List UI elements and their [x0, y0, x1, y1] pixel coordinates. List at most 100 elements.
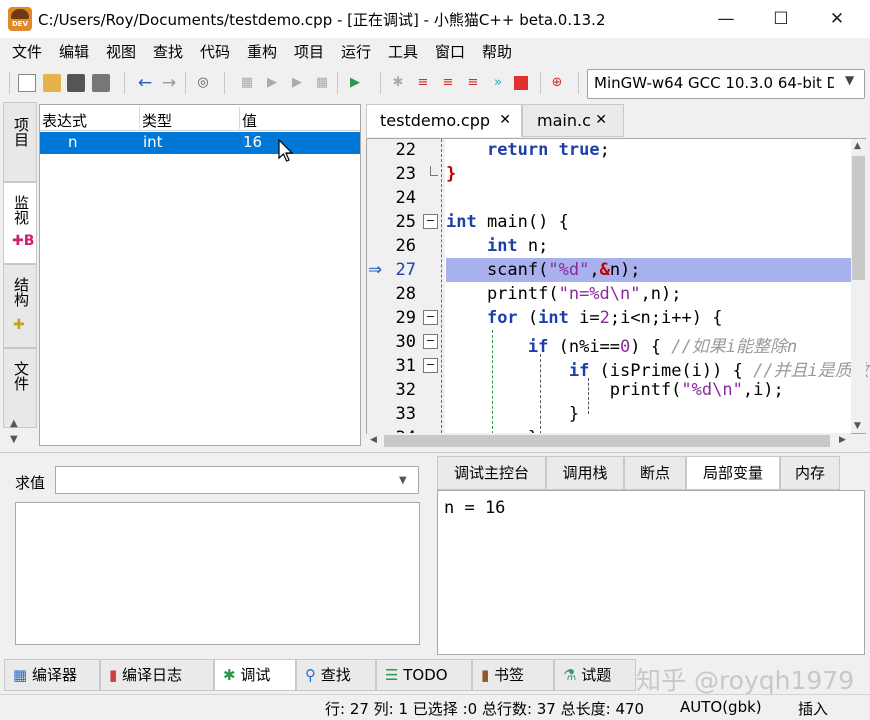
- tab-bookmarks[interactable]: ▮ 书签: [472, 659, 554, 691]
- tab-watch[interactable]: 监视 ✚B: [3, 182, 37, 264]
- code-line[interactable]: if (isPrime(i)) { //并且i是质数: [446, 356, 869, 381]
- fold-toggle-icon[interactable]: −: [423, 310, 438, 325]
- status-position: 行: 27 列: 1 已选择 :0 总行数: 37 总长度: 470: [325, 700, 645, 718]
- panel-divider: [0, 452, 870, 453]
- save-all-icon[interactable]: [92, 74, 110, 92]
- menu-edit[interactable]: 编辑: [59, 41, 89, 62]
- watch-col-value[interactable]: 值: [242, 110, 257, 131]
- code-line[interactable]: }: [446, 164, 456, 184]
- code-line[interactable]: }: [446, 404, 579, 424]
- tab-debug-console[interactable]: 调试主控台: [437, 456, 546, 490]
- debug-icon[interactable]: ✱: [389, 74, 407, 92]
- tab-todo[interactable]: ☰ TODO: [376, 659, 472, 691]
- code-line[interactable]: int main() {: [446, 212, 569, 232]
- tab-call-stack[interactable]: 调用栈: [546, 456, 624, 490]
- scroll-up-icon[interactable]: ▲: [10, 418, 18, 429]
- menu-view[interactable]: 视图: [106, 41, 136, 62]
- stop-icon[interactable]: [514, 76, 528, 90]
- toolbar-separator: [224, 72, 225, 94]
- menu-tools[interactable]: 工具: [388, 41, 418, 62]
- close-tab-icon[interactable]: ✕: [595, 105, 607, 136]
- scroll-left-icon[interactable]: ◀: [370, 435, 377, 445]
- tab-structure[interactable]: 结构 ✚: [3, 264, 37, 348]
- save-icon[interactable]: [67, 74, 85, 92]
- menu-window[interactable]: 窗口: [435, 41, 465, 62]
- tab-breakpoints[interactable]: 断点: [624, 456, 686, 490]
- table-row[interactable]: [40, 132, 360, 154]
- add-watch-icon[interactable]: ⊕: [548, 74, 566, 92]
- close-window-button[interactable]: ✕: [808, 0, 866, 38]
- menu-project[interactable]: 项目: [294, 41, 324, 62]
- menu-code[interactable]: 代码: [200, 41, 230, 62]
- scrollbar-thumb[interactable]: [852, 156, 865, 280]
- chevron-down-icon[interactable]: ▼: [399, 475, 407, 486]
- code-line[interactable]: return true;: [446, 140, 610, 160]
- scroll-right-icon[interactable]: ▶: [839, 435, 846, 445]
- compile-run-icon[interactable]: ▶: [288, 74, 306, 92]
- fold-toggle-icon[interactable]: −: [423, 214, 438, 229]
- fold-toggle-icon[interactable]: −: [423, 334, 438, 349]
- code-line[interactable]: for (int i=2;i<n;i++) {: [446, 308, 722, 328]
- code-line[interactable]: int n;: [446, 236, 548, 256]
- tab-testdemo-cpp[interactable]: testdemo.cpp ✕: [366, 104, 522, 137]
- watch-type: int: [143, 133, 163, 151]
- fold-toggle-icon[interactable]: −: [423, 358, 438, 373]
- open-folder-icon[interactable]: [43, 74, 61, 92]
- find-in-files-icon[interactable]: ◎: [194, 74, 212, 92]
- maximize-button[interactable]: ☐: [752, 0, 810, 38]
- step-into-icon[interactable]: ≡: [439, 74, 457, 92]
- menu-search[interactable]: 查找: [153, 41, 183, 62]
- tab-project[interactable]: 项目: [3, 102, 37, 182]
- back-arrow-icon[interactable]: ←: [136, 74, 154, 92]
- line-number: 26: [395, 236, 416, 256]
- app-logo-icon: DEV: [8, 7, 32, 31]
- line-number: 24: [395, 188, 416, 208]
- code-line[interactable]: if (n%i==0) { //如果i能整除n: [446, 332, 797, 357]
- code-line[interactable]: scanf("%d",&n);: [446, 260, 641, 280]
- line-number: 22: [395, 140, 416, 160]
- code-line[interactable]: printf("%d\n",i);: [446, 380, 784, 400]
- debug-run-icon[interactable]: ▶: [346, 74, 364, 92]
- code-line[interactable]: printf("n=%d\n",n);: [446, 284, 682, 304]
- mouse-cursor-icon: [278, 139, 294, 162]
- indent-guide: [492, 330, 493, 434]
- menu-file[interactable]: 文件: [12, 41, 42, 62]
- watermark: 知乎 @royqh1979: [636, 666, 855, 695]
- scroll-up-icon[interactable]: ▲: [854, 141, 861, 151]
- watch-col-expression[interactable]: 表达式: [42, 110, 87, 131]
- step-out-icon[interactable]: ≡: [464, 74, 482, 92]
- chevron-down-icon: ▼: [845, 73, 855, 87]
- tab-memory[interactable]: 内存: [780, 456, 840, 490]
- toolbar-separator: [185, 72, 186, 94]
- step-over-icon[interactable]: ≡: [414, 74, 432, 92]
- tab-files[interactable]: 文件: [3, 348, 37, 428]
- scrollbar-thumb[interactable]: [384, 435, 830, 447]
- close-tab-icon[interactable]: ✕: [499, 105, 511, 136]
- compile-icon[interactable]: ▦: [238, 74, 256, 92]
- tab-local-variables[interactable]: 局部变量: [686, 456, 780, 490]
- scroll-down-icon[interactable]: ▼: [854, 421, 861, 431]
- forward-arrow-icon[interactable]: →: [160, 74, 178, 92]
- watch-header: [40, 105, 360, 131]
- tab-debug[interactable]: ✱ 调试: [214, 659, 296, 691]
- watch-panel[interactable]: [39, 104, 361, 446]
- toolbar-separator: [540, 72, 541, 94]
- eval-input[interactable]: [55, 466, 419, 494]
- menu-run[interactable]: 运行: [341, 41, 371, 62]
- scroll-down-icon[interactable]: ▼: [10, 434, 18, 445]
- tab-find[interactable]: ⚲ 查找: [296, 659, 376, 691]
- toolbar-separator: [9, 72, 10, 94]
- tab-compiler[interactable]: ▦ 编译器: [4, 659, 100, 691]
- run-icon[interactable]: ▶: [263, 74, 281, 92]
- menu-help[interactable]: 帮助: [482, 41, 512, 62]
- watch-col-type[interactable]: 类型: [142, 110, 172, 131]
- minimize-button[interactable]: —: [697, 0, 755, 38]
- search-icon: ⚲: [305, 666, 316, 684]
- tab-main-c[interactable]: main.c ✕: [522, 104, 624, 137]
- new-file-icon[interactable]: [18, 74, 36, 92]
- rebuild-icon[interactable]: ▦: [313, 74, 331, 92]
- menu-refactor[interactable]: 重构: [247, 41, 277, 62]
- tab-compile-log[interactable]: ▮ 编译日志: [100, 659, 214, 691]
- tab-problems[interactable]: ⚗ 试题: [554, 659, 636, 691]
- continue-icon[interactable]: »: [489, 74, 507, 92]
